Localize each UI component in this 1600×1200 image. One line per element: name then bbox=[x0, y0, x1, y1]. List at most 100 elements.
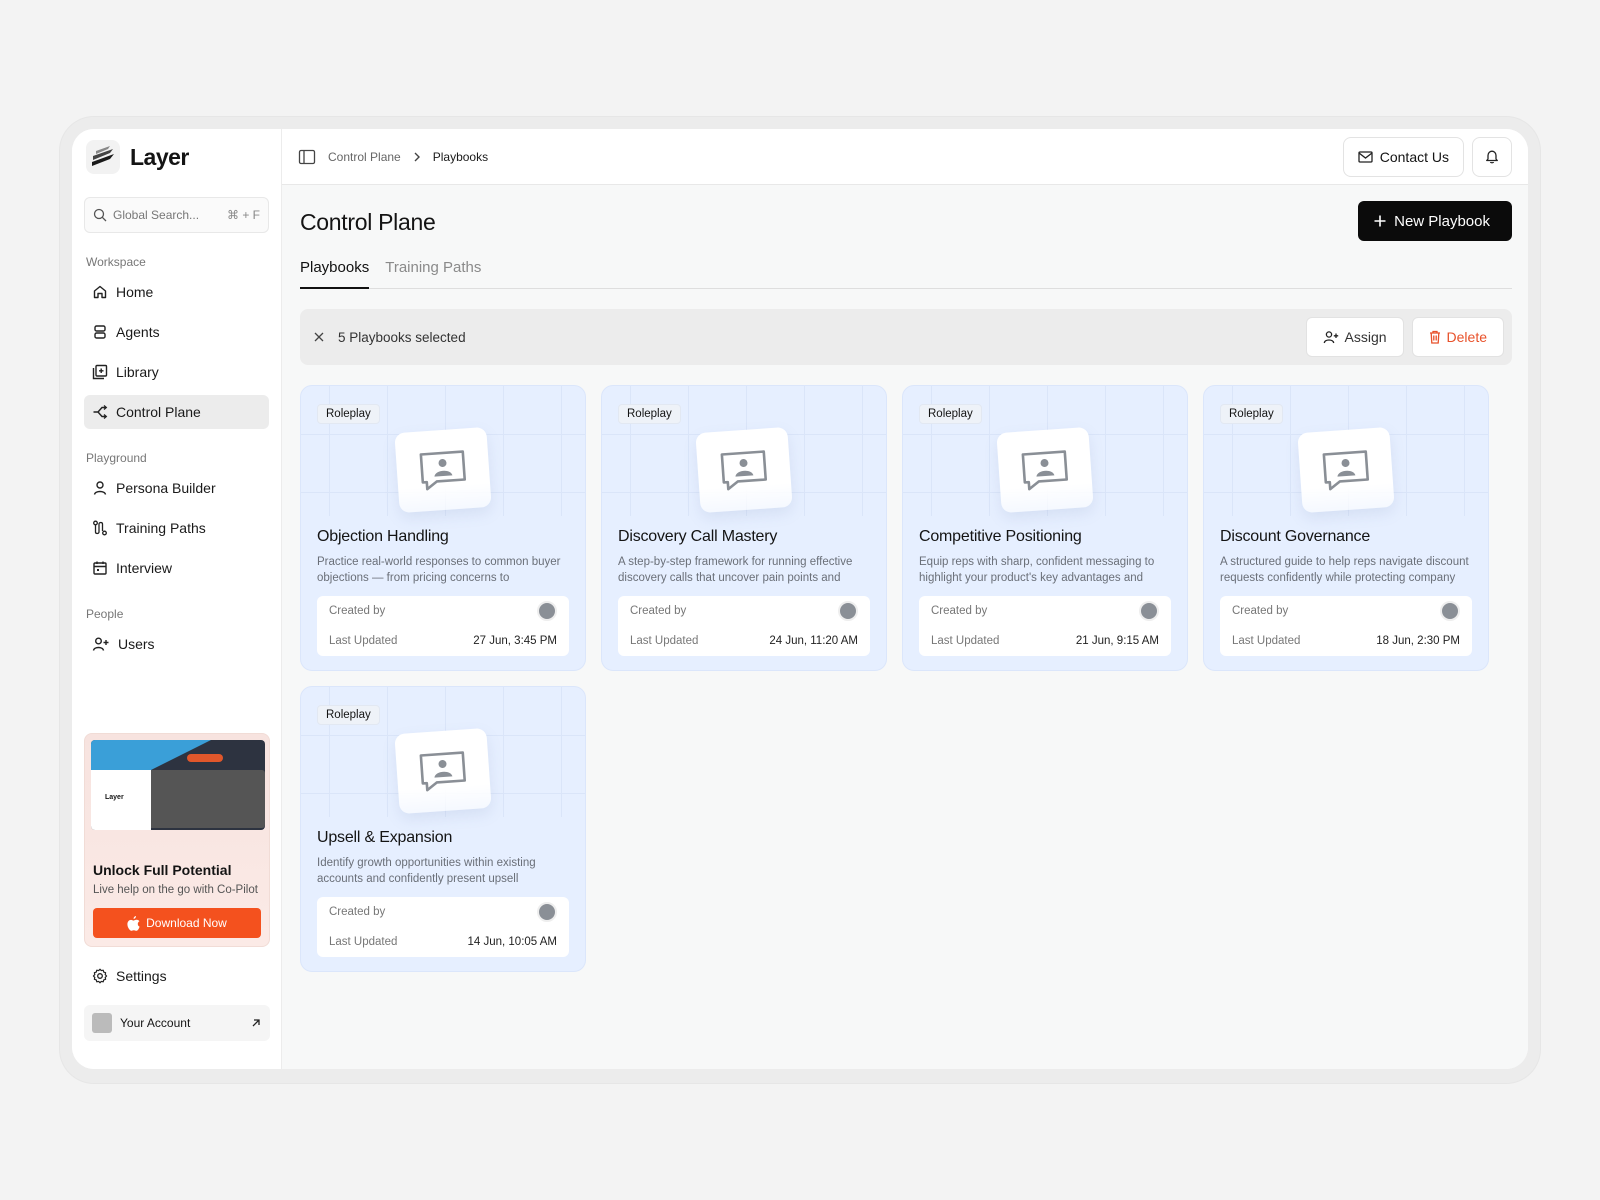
last-updated-value: 27 Jun, 3:45 PM bbox=[473, 635, 557, 647]
agents-icon bbox=[94, 325, 106, 339]
card-title: Objection Handling bbox=[317, 528, 449, 545]
playbook-grid: Roleplay Objection Handling Practice rea… bbox=[300, 385, 1489, 972]
avatar bbox=[838, 601, 858, 621]
download-now-button[interactable]: Download Now bbox=[93, 908, 261, 938]
sidebar-item-training-paths[interactable]: Training Paths bbox=[84, 511, 269, 545]
promo-shot-brand: Layer bbox=[105, 794, 124, 801]
top-bar: Control Plane Playbooks Contact Us bbox=[282, 129, 1528, 185]
tab-playbooks[interactable]: Playbooks bbox=[300, 259, 370, 289]
account-label: Your Account bbox=[120, 1016, 191, 1030]
card-description: Equip reps with sharp, confident messagi… bbox=[919, 556, 1155, 584]
avatar bbox=[92, 1013, 112, 1033]
sidebar-item-persona-builder[interactable]: Persona Builder bbox=[84, 471, 269, 505]
layer-logo-icon bbox=[86, 140, 120, 174]
avatar bbox=[1139, 601, 1159, 621]
last-updated-value: 18 Jun, 2:30 PM bbox=[1376, 635, 1460, 647]
notifications-button[interactable] bbox=[1472, 136, 1512, 177]
card-thumbnail bbox=[695, 426, 793, 514]
sidebar-item-control-plane[interactable]: Control Plane bbox=[84, 395, 269, 429]
sidebar-item-users[interactable]: Users bbox=[84, 627, 269, 661]
new-playbook-button[interactable]: New Playbook bbox=[1358, 201, 1512, 241]
assign-label: Assign bbox=[1344, 329, 1387, 345]
sidebar-item-label: Persona Builder bbox=[116, 480, 216, 496]
clear-selection-button[interactable] bbox=[310, 328, 328, 346]
card-tag: Roleplay bbox=[317, 404, 380, 424]
playbook-card[interactable]: Roleplay Upsell & Expansion Identify gro… bbox=[300, 686, 586, 972]
roleplay-chat-icon bbox=[419, 751, 467, 792]
avatar bbox=[537, 902, 557, 922]
download-now-label: Download Now bbox=[146, 916, 227, 930]
section-label-people: People bbox=[86, 607, 124, 621]
card-description: A structured guide to help reps navigate… bbox=[1220, 556, 1469, 584]
breadcrumb-playbooks[interactable]: Playbooks bbox=[433, 150, 488, 164]
assign-button[interactable]: Assign bbox=[1305, 317, 1404, 357]
tab-bar: Playbooks Training Paths bbox=[300, 259, 1512, 289]
user-plus-icon bbox=[1323, 331, 1338, 344]
created-by-label: Created by bbox=[931, 605, 988, 617]
users-icon bbox=[92, 637, 109, 651]
card-meta: Created by Last Updated 27 Jun, 3:45 PM bbox=[317, 596, 569, 656]
last-updated-label: Last Updated bbox=[329, 936, 398, 948]
playbook-card[interactable]: Roleplay Competitive Positioning Equip r… bbox=[902, 385, 1188, 671]
sidebar-item-settings[interactable]: Settings bbox=[84, 959, 270, 993]
plus-icon bbox=[1374, 215, 1386, 227]
promo-title: Unlock Full Potential bbox=[93, 862, 232, 878]
sidebar-item-home[interactable]: Home bbox=[84, 275, 269, 309]
bell-icon bbox=[1486, 150, 1498, 164]
roleplay-chat-icon bbox=[419, 450, 467, 491]
roleplay-chat-icon bbox=[720, 450, 768, 491]
sidebar-item-label: Settings bbox=[116, 968, 167, 984]
card-tag: Roleplay bbox=[919, 404, 982, 424]
promo-screenshot: Layer bbox=[91, 740, 265, 830]
brand-name: Layer bbox=[130, 143, 189, 170]
playbook-card[interactable]: Roleplay Objection Handling Practice rea… bbox=[300, 385, 586, 671]
persona-icon bbox=[93, 481, 107, 495]
sidebar-item-label: Users bbox=[118, 636, 155, 652]
sidebar-item-agents[interactable]: Agents bbox=[84, 315, 269, 349]
promo-subtitle: Live help on the go with Co-Pilot bbox=[93, 884, 258, 896]
last-updated-label: Last Updated bbox=[329, 635, 398, 647]
sidebar-item-interview[interactable]: Interview bbox=[84, 551, 269, 585]
app-frame: Layer Global Search... ⌘ + F Workspace H… bbox=[60, 117, 1540, 1083]
new-playbook-label: New Playbook bbox=[1394, 212, 1490, 230]
selection-count: 5 Playbooks selected bbox=[338, 329, 466, 345]
control-plane-icon bbox=[93, 405, 108, 419]
playbook-card[interactable]: Roleplay Discovery Call Mastery A step-b… bbox=[601, 385, 887, 671]
sidebar-item-label: Agents bbox=[116, 324, 160, 340]
avatar bbox=[1440, 601, 1460, 621]
mail-icon bbox=[1358, 150, 1373, 163]
copilot-promo-card: Layer Unlock Full Potential Live help on… bbox=[84, 733, 270, 947]
card-meta: Created by Last Updated 18 Jun, 2:30 PM bbox=[1220, 596, 1472, 656]
breadcrumb-control-plane[interactable]: Control Plane bbox=[328, 150, 401, 164]
card-thumbnail bbox=[1297, 426, 1395, 514]
card-tag: Roleplay bbox=[317, 705, 380, 725]
sidebar-item-label: Interview bbox=[116, 560, 173, 576]
sidebar-toggle-icon[interactable] bbox=[298, 149, 316, 165]
playbook-card[interactable]: Roleplay Discount Governance A structure… bbox=[1203, 385, 1489, 671]
section-label-workspace: Workspace bbox=[86, 255, 146, 269]
roleplay-chat-icon bbox=[1021, 450, 1069, 491]
path-icon bbox=[93, 520, 107, 536]
your-account-button[interactable]: Your Account bbox=[84, 1005, 270, 1041]
last-updated-value: 14 Jun, 10:05 AM bbox=[467, 936, 557, 948]
brand[interactable]: Layer bbox=[84, 129, 269, 185]
delete-label: Delete bbox=[1446, 329, 1487, 345]
card-title: Upsell & Expansion bbox=[317, 829, 453, 846]
sidebar-item-label: Control Plane bbox=[116, 404, 201, 420]
card-meta: Created by Last Updated 24 Jun, 11:20 AM bbox=[618, 596, 870, 656]
card-thumbnail bbox=[394, 727, 492, 815]
arrow-up-right-icon bbox=[252, 1019, 260, 1027]
tab-training-paths[interactable]: Training Paths bbox=[385, 259, 481, 288]
last-updated-value: 24 Jun, 11:20 AM bbox=[769, 635, 858, 647]
global-search[interactable]: Global Search... ⌘ + F bbox=[84, 197, 269, 233]
last-updated-label: Last Updated bbox=[1232, 635, 1301, 647]
sidebar: Layer Global Search... ⌘ + F Workspace H… bbox=[72, 129, 282, 1069]
sidebar-item-library[interactable]: Library bbox=[84, 355, 269, 389]
contact-us-button[interactable]: Contact Us bbox=[1342, 136, 1464, 177]
selection-bar: 5 Playbooks selected Assign Delete bbox=[300, 309, 1512, 365]
home-icon bbox=[93, 285, 107, 299]
sidebar-item-label: Training Paths bbox=[116, 520, 206, 536]
main-content: Control Plane Playbooks Contact Us Contr… bbox=[282, 129, 1528, 1069]
delete-button[interactable]: Delete bbox=[1411, 317, 1504, 357]
card-description: A step-by-step framework for running eff… bbox=[618, 556, 853, 584]
